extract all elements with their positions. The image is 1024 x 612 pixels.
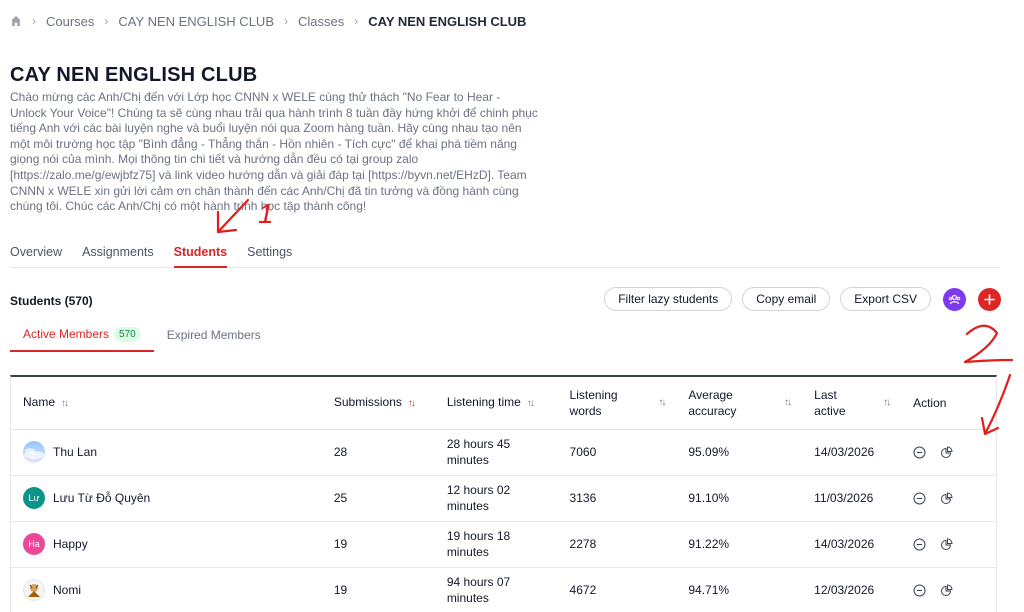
- sort-icon[interactable]: ↑↓: [883, 395, 891, 411]
- chevron-right-icon: ›: [104, 14, 109, 28]
- plus-icon: [984, 293, 995, 305]
- minus-circle-icon[interactable]: [913, 492, 926, 505]
- sort-icon[interactable]: ↑↓: [527, 398, 535, 409]
- avatar-illustration: [28, 584, 40, 597]
- tab-overview[interactable]: Overview: [10, 240, 62, 268]
- last-active-cell: 14/03/2026: [802, 521, 902, 568]
- table-header-row: Name ↑↓ Submissions ↑↓ Listening time ↑↓ Li…: [11, 377, 996, 430]
- accuracy-cell: 95.09%: [676, 429, 803, 476]
- pie-chart-icon[interactable]: [940, 445, 953, 459]
- sort-icon[interactable]: ↑↓: [61, 398, 69, 409]
- column-last-active[interactable]: Last active ↑↓: [802, 377, 902, 430]
- chevron-right-icon: ›: [354, 14, 359, 28]
- sort-icon[interactable]: ↑↓: [784, 395, 792, 411]
- listening-time-cell: 94 hours 07 minutes: [434, 567, 558, 612]
- active-count-badge: 570: [114, 326, 141, 342]
- class-tabs: Overview Assignments Students Settings: [10, 240, 1000, 268]
- column-average-accuracy[interactable]: Average accuracy ↑↓: [676, 377, 803, 430]
- accuracy-cell: 91.22%: [676, 521, 803, 568]
- minus-circle-icon[interactable]: [913, 538, 926, 551]
- column-listening-words[interactable]: Listening words ↑↓: [557, 377, 677, 430]
- add-student-button[interactable]: [978, 287, 1001, 311]
- students-count-title: Students (570): [10, 294, 93, 308]
- tab-assignments[interactable]: Assignments: [82, 240, 154, 268]
- sort-icon[interactable]: ↑↓: [408, 398, 416, 409]
- home-icon[interactable]: [10, 15, 22, 27]
- breadcrumb-course[interactable]: CAY NEN ENGLISH CLUB: [118, 14, 274, 29]
- table-row[interactable]: Thu Lan 28 28 hours 45 minutes 7060 95.09…: [11, 429, 996, 476]
- minus-circle-icon[interactable]: [913, 446, 926, 459]
- student-name[interactable]: Happy: [53, 536, 88, 552]
- chevron-right-icon: ›: [32, 14, 36, 28]
- table-row[interactable]: Ha Happy 19 19 hours 18 minutes 2278 91.2…: [11, 521, 996, 568]
- students-toolbar: Filter lazy students Copy email Export C…: [594, 287, 1001, 311]
- export-csv-button[interactable]: Export CSV: [840, 287, 931, 311]
- column-name[interactable]: Name ↑↓: [11, 377, 322, 430]
- listening-time-cell: 12 hours 02 minutes: [434, 475, 558, 522]
- students-table: Name ↑↓ Submissions ↑↓ Listening time ↑↓ Li…: [10, 375, 997, 612]
- tab-students[interactable]: Students: [173, 240, 228, 268]
- pie-chart-icon[interactable]: [940, 491, 953, 505]
- breadcrumb: › Courses › CAY NEN ENGLISH CLUB › Class…: [10, 13, 526, 29]
- breadcrumb-classes[interactable]: Classes: [298, 14, 344, 29]
- member-tabs: Active Members 570 Expired Members: [10, 318, 1000, 352]
- chevron-right-icon: ›: [283, 14, 288, 28]
- listening-words-cell: 4672: [557, 567, 677, 612]
- last-active-cell: 14/03/2026: [802, 429, 902, 476]
- tab-expired-members[interactable]: Expired Members: [154, 318, 274, 352]
- listening-time-cell: 19 hours 18 minutes: [434, 521, 558, 568]
- submissions-cell: 28: [321, 429, 435, 476]
- avatar: Lư: [23, 487, 45, 509]
- listening-time-cell: 28 hours 45 minutes: [434, 429, 558, 476]
- copy-email-button[interactable]: Copy email: [742, 287, 831, 311]
- last-active-cell: 12/03/2026: [802, 567, 902, 612]
- avatar: [23, 579, 45, 601]
- sort-icon[interactable]: ↑↓: [658, 395, 666, 411]
- accuracy-cell: 91.10%: [676, 475, 803, 522]
- accuracy-cell: 94.71%: [676, 567, 803, 612]
- class-description: Chào mừng các Anh/Chị đến với Lớp học CN…: [10, 90, 538, 214]
- avatar: Ha: [23, 533, 45, 555]
- breadcrumb-courses[interactable]: Courses: [46, 14, 94, 29]
- filter-lazy-students-button[interactable]: Filter lazy students: [604, 287, 733, 311]
- avatar-photo: [24, 448, 44, 459]
- submissions-cell: 19: [321, 521, 435, 568]
- table-row[interactable]: Lư Lưu Từ Đỗ Quyên 25 12 hours 02 minutes…: [11, 475, 996, 522]
- pie-chart-icon[interactable]: [940, 537, 953, 551]
- breadcrumb-current: CAY NEN ENGLISH CLUB: [368, 13, 527, 29]
- page-title: CAY NEN ENGLISH CLUB: [10, 64, 258, 86]
- student-name[interactable]: Thu Lan: [53, 444, 97, 460]
- users-icon: [948, 294, 961, 304]
- avatar: [23, 441, 45, 463]
- last-active-cell: 11/03/2026: [802, 475, 902, 522]
- group-button[interactable]: [943, 287, 966, 311]
- pie-chart-icon[interactable]: [940, 583, 953, 597]
- submissions-cell: 19: [321, 567, 435, 612]
- column-listening-time[interactable]: Listening time ↑↓: [434, 377, 558, 430]
- student-name[interactable]: Lưu Từ Đỗ Quyên: [53, 490, 150, 506]
- tab-settings[interactable]: Settings: [247, 240, 292, 268]
- minus-circle-icon[interactable]: [913, 584, 926, 597]
- column-submissions[interactable]: Submissions ↑↓: [321, 377, 435, 430]
- listening-words-cell: 7060: [557, 429, 677, 476]
- submissions-cell: 25: [321, 475, 435, 522]
- tab-active-members-label: Active Members: [23, 327, 110, 341]
- table-row[interactable]: Nomi 19 94 hours 07 minutes 4672 94.71% 1…: [11, 567, 996, 612]
- column-action: Action: [901, 377, 996, 430]
- student-name[interactable]: Nomi: [53, 582, 81, 598]
- tab-active-members[interactable]: Active Members 570: [10, 318, 154, 352]
- listening-words-cell: 3136: [557, 475, 677, 522]
- listening-words-cell: 2278: [557, 521, 677, 568]
